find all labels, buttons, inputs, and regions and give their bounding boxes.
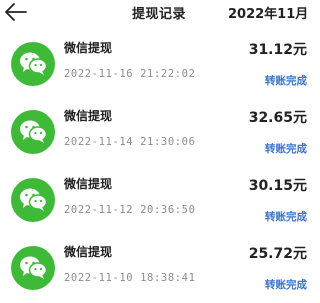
record-name: 微信提现 <box>64 177 113 191</box>
record-status: 转账完成 <box>265 75 307 87</box>
list-item[interactable]: 微信提现 31.12元 2022-11-16 21:22:02 转账完成 <box>0 32 318 98</box>
list-item[interactable]: 微信提现 25.72元 2022-11-10 18:38:41 转账完成 <box>0 236 318 302</box>
record-status: 转账完成 <box>265 279 307 291</box>
wechat-icon <box>11 110 55 154</box>
arrow-left-icon <box>5 3 27 21</box>
top-bar: 提现记录 2022年11月 <box>0 0 318 28</box>
wechat-icon <box>11 178 55 222</box>
record-status: 转账完成 <box>265 211 307 223</box>
list-item[interactable]: 微信提现 32.65元 2022-11-14 21:30:06 转账完成 <box>0 100 318 166</box>
record-time: 2022-11-12 20:36:50 <box>64 204 196 216</box>
record-name: 微信提现 <box>64 109 113 123</box>
wechat-icon <box>11 42 55 86</box>
record-amount: 32.65元 <box>248 110 307 126</box>
month-selector[interactable]: 2022年11月 <box>228 3 308 22</box>
withdrawal-list: 微信提现 31.12元 2022-11-16 21:22:02 转账完成 微信提… <box>0 32 318 303</box>
record-amount: 30.15元 <box>248 178 307 194</box>
record-time: 2022-11-16 21:22:02 <box>64 68 196 80</box>
page-title: 提现记录 <box>132 7 187 22</box>
back-button[interactable] <box>4 2 28 22</box>
record-time: 2022-11-14 21:30:06 <box>64 136 196 148</box>
record-time: 2022-11-10 18:38:41 <box>64 272 196 284</box>
wechat-icon <box>11 246 55 290</box>
list-item[interactable]: 微信提现 30.15元 2022-11-12 20:36:50 转账完成 <box>0 168 318 234</box>
record-status: 转账完成 <box>265 143 307 155</box>
record-name: 微信提现 <box>64 41 113 55</box>
record-name: 微信提现 <box>64 245 113 259</box>
record-amount: 25.72元 <box>248 246 307 262</box>
record-amount: 31.12元 <box>248 42 307 58</box>
